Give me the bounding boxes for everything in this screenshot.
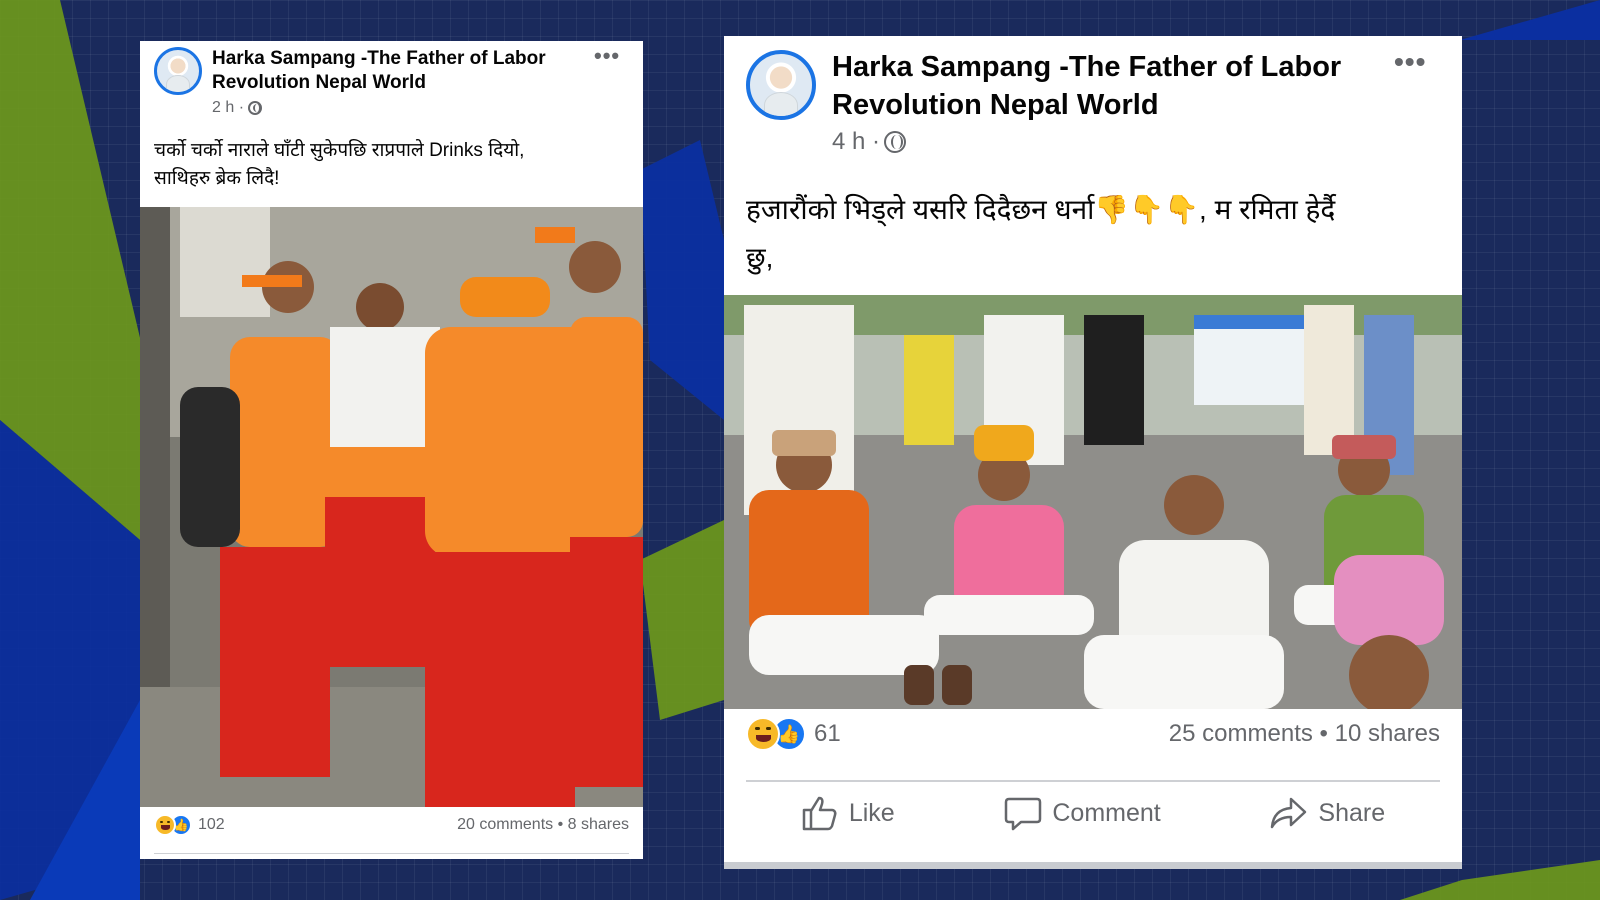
- comment-icon: [1005, 797, 1042, 831]
- reaction-count: 61: [814, 720, 841, 747]
- share-icon: [1271, 797, 1307, 829]
- divider: [746, 780, 1440, 782]
- author-name[interactable]: Harka Sampang -The Father of Labor Revol…: [212, 47, 546, 95]
- share-label: Share: [1318, 798, 1386, 827]
- more-options-icon[interactable]: •••: [1394, 46, 1426, 78]
- haha-icon: [154, 814, 176, 836]
- post-photo[interactable]: [724, 295, 1462, 709]
- post-meta: 2 h ·: [212, 99, 263, 117]
- thumbs-up-icon: [802, 796, 837, 831]
- post-photo[interactable]: [140, 207, 643, 807]
- post-stats[interactable]: 25 comments • 10 shares: [1169, 720, 1440, 748]
- divider: [154, 853, 629, 854]
- reaction-count: 102: [198, 816, 225, 833]
- post-time[interactable]: 4 h ·: [832, 128, 880, 156]
- more-options-icon[interactable]: •••: [594, 43, 620, 69]
- share-button[interactable]: Share: [1270, 795, 1385, 831]
- post-meta: 4 h ·: [832, 128, 907, 156]
- comment-label: Comment: [1052, 798, 1161, 827]
- globe-icon: [248, 101, 263, 115]
- card-bottom-bar: [724, 862, 1462, 869]
- post-time[interactable]: 2 h ·: [212, 99, 244, 117]
- avatar[interactable]: [746, 50, 816, 120]
- like-label: Like: [848, 798, 895, 827]
- globe-icon: [884, 131, 907, 153]
- like-button[interactable]: Like: [801, 795, 895, 831]
- action-bar: Like Comment Share: [746, 788, 1440, 838]
- author-name[interactable]: Harka Sampang -The Father of Labor Revol…: [832, 48, 1341, 124]
- post-caption: हजारौंको भिड्ले यसरि दिदैछन धर्ना👎👇👇, म …: [746, 194, 1336, 273]
- reaction-row: 👍 102 20 comments • 8 shares: [140, 811, 643, 839]
- facebook-post-left: Harka Sampang -The Father of Labor Revol…: [140, 41, 643, 859]
- facebook-post-right: Harka Sampang -The Father of Labor Revol…: [724, 36, 1462, 869]
- post-stats[interactable]: 20 comments • 8 shares: [457, 816, 629, 834]
- reactions[interactable]: 👍 61: [746, 717, 841, 751]
- reaction-row: 👍 61 25 comments • 10 shares: [724, 712, 1462, 756]
- comment-button[interactable]: Comment: [1004, 795, 1161, 831]
- reactions[interactable]: 👍 102: [154, 814, 225, 836]
- avatar[interactable]: [154, 47, 202, 95]
- post-caption: चर्को चर्को नाराले घाँटी सुकेपछि राप्रपा…: [154, 140, 525, 189]
- haha-icon: [746, 717, 780, 751]
